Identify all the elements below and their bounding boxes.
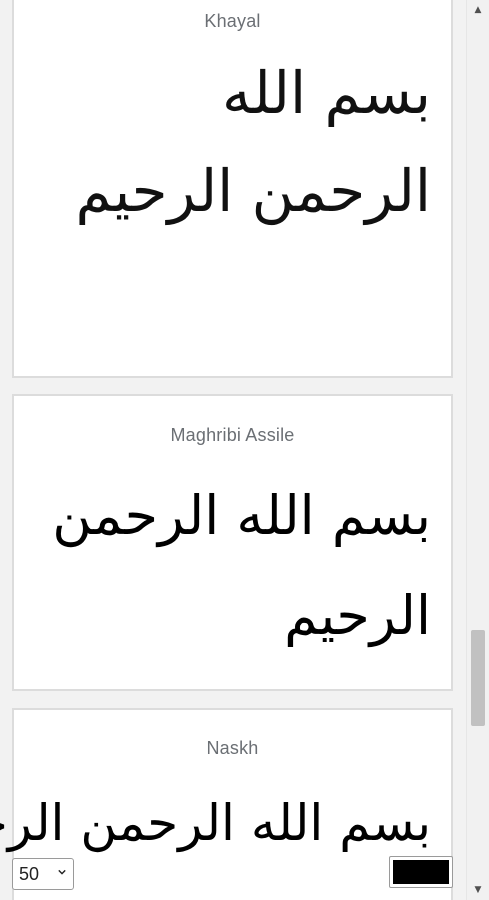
scroll-up-button[interactable]: ▲ [467, 0, 489, 20]
font-sample-text: بسم الله الرحمن الرحيم [75, 59, 431, 225]
font-card-naskh[interactable]: Naskh بسم الله الرحمن الرحيم [0, 708, 453, 900]
font-size-select[interactable]: 50 [12, 858, 74, 890]
font-sample-text: بسم الله الرحمن الرحيم [52, 484, 431, 647]
font-name-label: Khayal [204, 11, 261, 31]
font-card-khayal[interactable]: Khayal بسم الله الرحمن الرحيم [12, 0, 453, 378]
scroll-thumb[interactable] [471, 630, 485, 726]
font-sample-text: بسم الله الرحمن الرحيم [0, 794, 431, 852]
triangle-up-icon: ▲ [474, 5, 482, 15]
triangle-down-icon: ▼ [474, 885, 482, 895]
vertical-scrollbar[interactable]: ▲ ▼ [466, 0, 489, 900]
font-name-label: Maghribi Assile [170, 425, 295, 445]
font-card-maghribi-assile[interactable]: Maghribi Assile بسم الله الرحمن الرحيم [12, 394, 453, 691]
text-color-picker[interactable] [389, 856, 453, 888]
color-swatch-fill [393, 860, 449, 884]
font-size-value: 50 [19, 863, 40, 884]
font-name-label: Naskh [206, 738, 259, 758]
font-preview-list: Khayal بسم الله الرحمن الرحيم Maghribi A… [0, 0, 466, 900]
chevron-down-icon [58, 869, 66, 875]
scroll-down-button[interactable]: ▼ [467, 880, 489, 900]
